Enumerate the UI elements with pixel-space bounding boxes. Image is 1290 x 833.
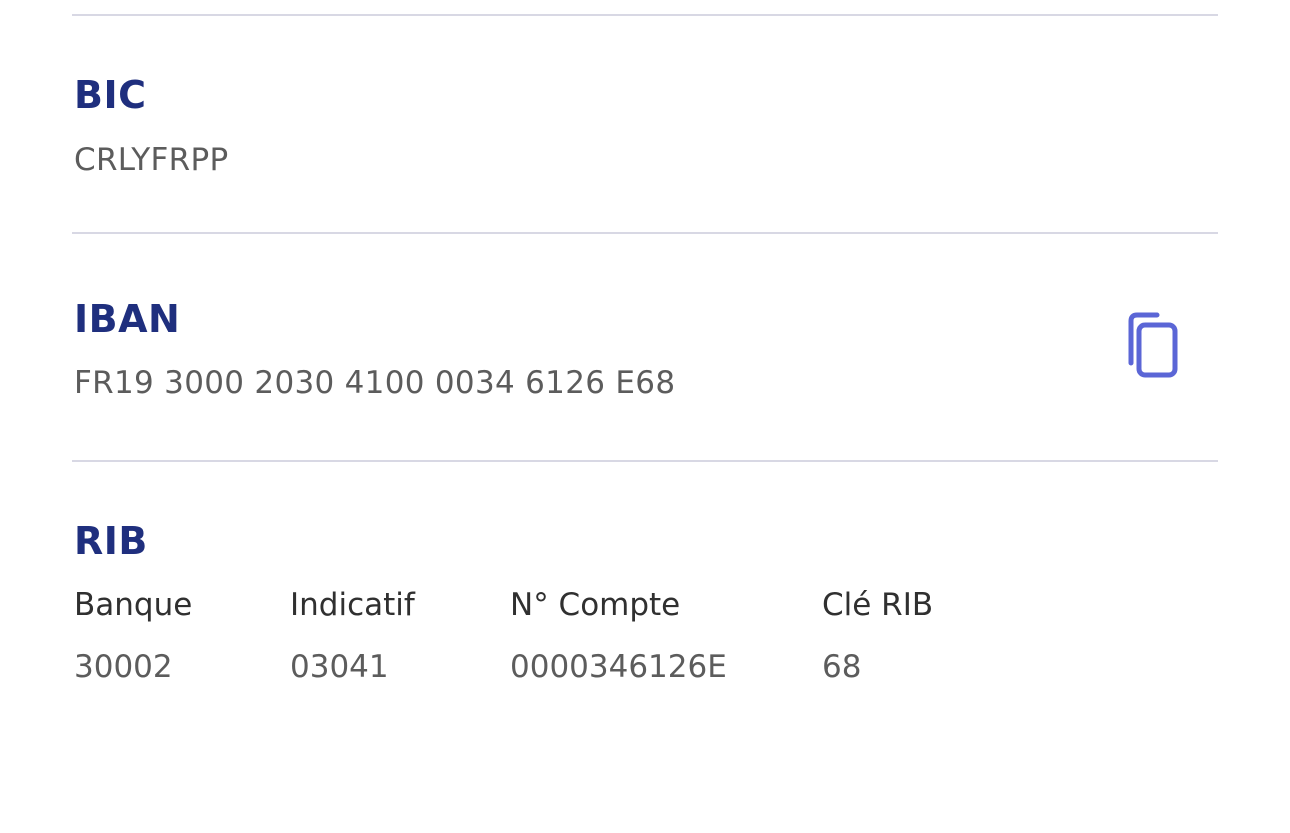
copy-icon xyxy=(1123,311,1181,385)
rib-header-cle: Clé RIB xyxy=(822,587,934,623)
bic-value: CRLYFRPP xyxy=(74,142,229,178)
copy-iban-button[interactable] xyxy=(1116,308,1188,388)
top-divider xyxy=(72,14,1218,16)
iban-rib-divider xyxy=(72,460,1218,462)
bic-iban-divider xyxy=(72,232,1218,234)
rib-header-compte: N° Compte xyxy=(510,587,681,623)
rib-header-indicatif: Indicatif xyxy=(290,587,415,623)
rib-title: RIB xyxy=(74,519,148,563)
rib-value-cle: 68 xyxy=(822,649,862,685)
iban-title: IBAN xyxy=(74,297,181,341)
bic-title: BIC xyxy=(74,73,147,117)
rib-value-indicatif: 03041 xyxy=(290,649,389,685)
rib-value-banque: 30002 xyxy=(74,649,173,685)
rib-value-compte: 0000346126E xyxy=(510,649,727,685)
rib-header-banque: Banque xyxy=(74,587,193,623)
iban-value: FR19 3000 2030 4100 0034 6126 E68 xyxy=(74,365,676,401)
